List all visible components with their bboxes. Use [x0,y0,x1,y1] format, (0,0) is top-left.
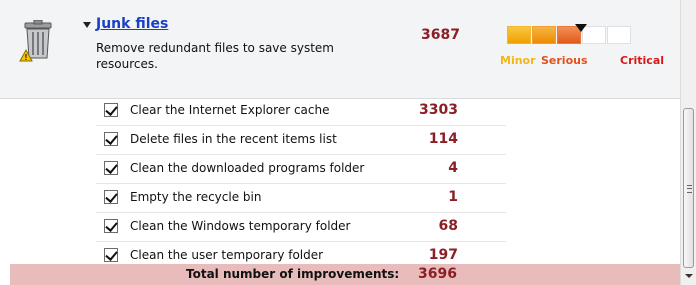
item-count: 197 [428,247,458,263]
severity-segment-2 [532,26,556,44]
total-label: Total number of improvements: [186,267,400,281]
severity-label-minor: Minor [500,54,536,67]
severity-segment-1 [507,26,531,44]
item-checkbox[interactable] [104,190,118,204]
scroll-down-arrow-icon[interactable] [685,274,693,278]
item-count: 3303 [419,102,458,118]
item-label: Clear the Internet Explorer cache [130,103,330,117]
item-label: Empty the recycle bin [130,190,262,204]
list-item: Clean the downloaded programs folder 4 [96,155,506,184]
category-description: Remove redundant files to save system re… [96,41,334,71]
category-header: ! Junk files Remove redundant files to s… [0,0,680,99]
item-checkbox[interactable] [104,103,118,117]
severity-label-critical: Critical [620,54,665,67]
collapse-arrow-icon[interactable] [83,22,91,28]
item-checkbox[interactable] [104,219,118,233]
junk-files-panel: ! Junk files Remove redundant files to s… [0,0,696,285]
severity-segment-5 [607,26,631,44]
trash-warning-icon: ! [19,20,52,62]
list-item: Clean the Windows temporary folder 68 [96,213,506,242]
category-count: 3687 [421,27,460,43]
item-label: Clean the downloaded programs folder [130,161,365,175]
severity-label-serious: Serious [541,54,588,67]
list-item: Clear the Internet Explorer cache 3303 [96,97,506,126]
total-row: Total number of improvements: 3696 [10,264,680,285]
item-checkbox[interactable] [104,132,118,146]
item-count: 68 [438,218,458,234]
item-count: 114 [428,131,458,147]
severity-meter [507,24,635,44]
svg-text:!: ! [25,53,28,62]
item-checkbox[interactable] [104,161,118,175]
severity-pointer-icon [575,24,587,32]
item-label: Clean the Windows temporary folder [130,219,351,233]
improvement-list: Clear the Internet Explorer cache 3303 D… [96,97,506,271]
grip-icon [687,185,692,193]
category-title-link[interactable]: Junk files [96,16,168,32]
item-count: 1 [448,189,458,205]
list-item: Delete files in the recent items list 11… [96,126,506,155]
item-label: Clean the user temporary folder [130,248,324,262]
item-checkbox[interactable] [104,248,118,262]
item-count: 4 [448,160,458,176]
item-label: Delete files in the recent items list [130,132,337,146]
total-count: 3696 [418,266,457,282]
vertical-scrollbar[interactable] [680,0,696,285]
scrollbar-thumb[interactable] [683,108,694,268]
list-item: Empty the recycle bin 1 [96,184,506,213]
